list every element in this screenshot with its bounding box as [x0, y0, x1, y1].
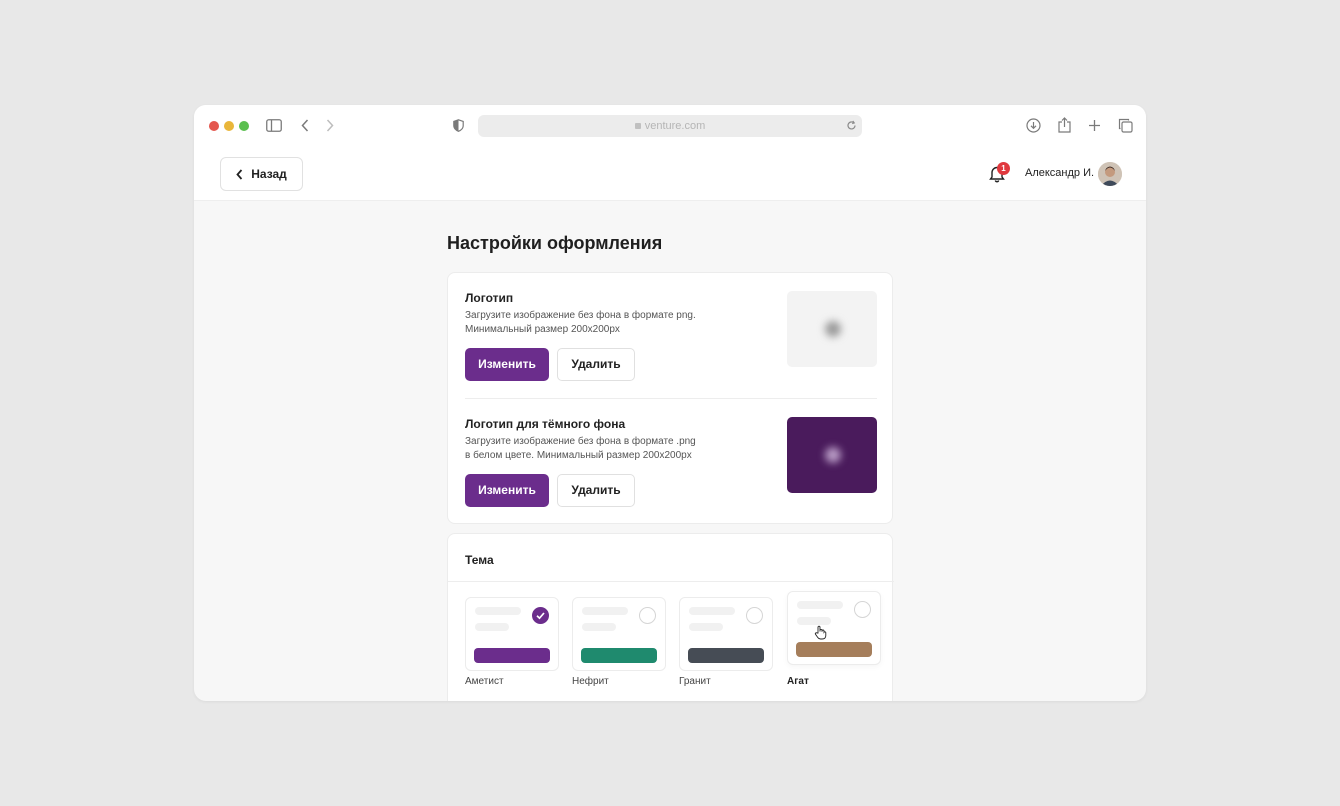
theme-label-nephrite: Нефрит — [572, 676, 609, 687]
dark-logo-title: Логотип для тёмного фона — [465, 417, 626, 431]
logo-settings-card: Логотип Загрузите изображение без фона в… — [447, 272, 893, 524]
theme-radio[interactable] — [639, 607, 656, 624]
skeleton-line — [475, 623, 509, 631]
sidebar-toggle-icon[interactable] — [266, 119, 282, 132]
dark-logo-desc-line2: в белом цвете. Минимальный размер 200x20… — [465, 450, 692, 461]
theme-label-granite: Гранит — [679, 676, 711, 687]
page-title: Настройки оформления — [447, 233, 663, 253]
logo-title: Логотип — [465, 291, 514, 305]
tab-overview-icon[interactable] — [1118, 118, 1133, 133]
forward-arrow-icon[interactable] — [326, 119, 334, 132]
theme-label-amethyst: Аметист — [465, 676, 504, 687]
browser-toolbar: venture.com — [194, 105, 1146, 147]
delete-dark-logo-button[interactable]: Удалить — [557, 474, 635, 507]
theme-option-agate[interactable] — [787, 591, 881, 665]
user-name[interactable]: Александр И. — [1025, 167, 1094, 179]
change-dark-logo-button[interactable]: Изменить — [465, 474, 549, 507]
new-tab-icon[interactable] — [1088, 119, 1101, 132]
back-button-label: Назад — [251, 167, 287, 181]
check-icon — [536, 612, 545, 620]
change-logo-button[interactable]: Изменить — [465, 348, 549, 381]
skeleton-line — [689, 607, 735, 615]
skeleton-line — [582, 623, 616, 631]
dark-logo-preview — [787, 417, 877, 493]
skeleton-line — [797, 617, 831, 625]
close-window-dot[interactable] — [209, 121, 219, 131]
theme-label-agate: Агат — [787, 676, 809, 687]
maximize-window-dot[interactable] — [239, 121, 249, 131]
skeleton-line — [797, 601, 843, 609]
theme-option-granite[interactable] — [679, 597, 773, 671]
user-photo — [1098, 162, 1122, 186]
skeleton-line — [689, 623, 723, 631]
reload-icon[interactable] — [846, 120, 857, 131]
theme-color-bar — [688, 648, 764, 663]
theme-color-bar — [581, 648, 657, 663]
theme-radio[interactable] — [746, 607, 763, 624]
logo-desc-line1: Загрузите изображение без фона в формате… — [465, 310, 696, 321]
skeleton-line — [475, 607, 521, 615]
logo-preview-mark — [825, 321, 841, 337]
logo-preview — [787, 291, 877, 367]
dark-logo-desc-line1: Загрузите изображение без фона в формате… — [465, 436, 696, 447]
theme-option-nephrite[interactable] — [572, 597, 666, 671]
logo-desc-line2: Минимальный размер 200x200px — [465, 324, 620, 335]
section-divider — [465, 398, 877, 399]
theme-title: Тема — [465, 553, 494, 567]
avatar[interactable] — [1098, 162, 1122, 186]
app-header: Назад 1 Александр И. — [194, 147, 1146, 201]
lock-icon — [634, 123, 641, 130]
theme-radio-checked[interactable] — [532, 607, 549, 624]
chevron-left-icon — [236, 168, 243, 180]
hand-cursor-icon — [814, 625, 827, 640]
back-button[interactable]: Назад — [220, 157, 303, 191]
skeleton-line — [582, 607, 628, 615]
notification-badge: 1 — [997, 162, 1010, 175]
dark-logo-preview-mark — [825, 447, 841, 463]
theme-option-amethyst[interactable] — [465, 597, 559, 671]
back-arrow-icon[interactable] — [301, 119, 309, 132]
url-text: venture.com — [644, 120, 706, 132]
minimize-window-dot[interactable] — [224, 121, 234, 131]
theme-radio[interactable] — [854, 601, 871, 618]
browser-window: venture.com Назад 1 Александр И. Настрой… — [194, 105, 1146, 701]
delete-logo-button[interactable]: Удалить — [557, 348, 635, 381]
theme-color-bar — [474, 648, 550, 663]
theme-divider — [448, 581, 894, 582]
download-icon[interactable] — [1026, 118, 1041, 133]
privacy-shield-icon[interactable] — [453, 119, 464, 132]
address-bar[interactable]: venture.com — [478, 115, 862, 137]
theme-color-bar — [796, 642, 872, 657]
theme-settings-card: Тема Аметист Нефрит Гранит Агат — [447, 533, 894, 701]
share-icon[interactable] — [1058, 117, 1071, 133]
